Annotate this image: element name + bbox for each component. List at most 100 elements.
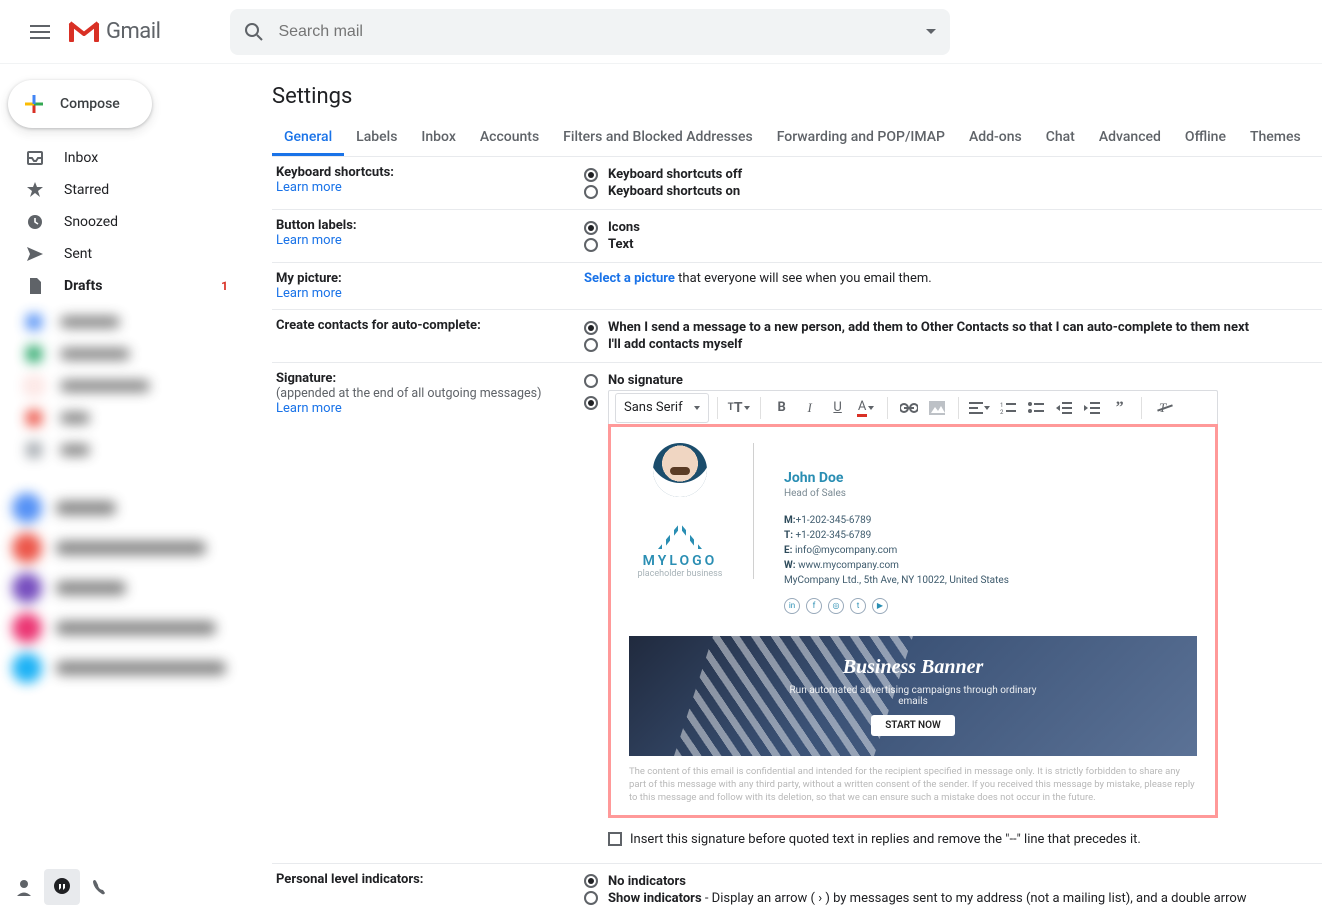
radio-no-signature[interactable] [584,374,598,388]
sidebar: Compose Inbox Starred Snoozed Sent Draft… [0,64,256,913]
sidebar-item-starred[interactable]: Starred [0,174,240,206]
tab-advanced[interactable]: Advanced [1087,129,1173,156]
row-my-picture: My picture: Learn more Select a picture … [272,263,1322,310]
hangouts-tab[interactable] [44,869,80,905]
numbered-list-button[interactable]: 12 [995,394,1021,422]
search-input[interactable] [278,23,912,41]
menu-icon[interactable] [16,8,64,56]
signature-banner: Business Banner Run automated advertisin… [629,636,1197,756]
remove-format-button[interactable]: T [1150,394,1176,422]
sidebar-item-drafts[interactable]: Drafts 1 [0,270,240,302]
radio-no-indicators[interactable] [584,874,598,888]
option-label: Keyboard shortcuts on [608,184,740,199]
phone-tab[interactable] [82,869,118,905]
image-button[interactable] [924,394,950,422]
tab-labels[interactable]: Labels [344,129,409,156]
signature-editor: Sans Serif TT B I U A [608,390,1218,853]
tab-forwarding[interactable]: Forwarding and POP/IMAP [765,129,957,156]
learn-more-link[interactable]: Learn more [276,286,342,301]
gmail-icon [68,20,100,44]
inbox-icon [26,149,46,167]
radio-shortcuts-on[interactable] [584,185,598,199]
sidebar-item-sent[interactable]: Sent [0,238,240,270]
sig-web: www.mycompany.com [798,560,899,571]
drafts-count: 1 [221,279,228,293]
row-create-contacts: Create contacts for auto-complete: When … [272,310,1322,363]
tab-filters[interactable]: Filters and Blocked Addresses [551,129,765,156]
indent-more-button[interactable] [1079,394,1105,422]
sidebar-item-label: Inbox [64,150,98,166]
sidebar-item-inbox[interactable]: Inbox [0,142,240,174]
twitter-icon[interactable]: t [850,598,866,614]
tab-offline[interactable]: Offline [1173,129,1238,156]
radio-contacts-auto[interactable] [584,321,598,335]
bold-button[interactable]: B [769,394,795,422]
option-label: Icons [608,220,640,235]
settings-panel: Settings General Labels Inbox Accounts F… [256,64,1322,913]
app-name: Gmail [106,19,160,44]
youtube-icon[interactable]: ▶ [872,598,888,614]
row-label: Keyboard shortcuts: [276,165,584,180]
radio-use-signature[interactable] [584,396,598,410]
italic-button[interactable]: I [797,394,823,422]
svg-text:1: 1 [1000,402,1003,409]
search-options-caret-icon[interactable] [926,29,936,34]
tab-general[interactable]: General [272,129,344,156]
font-size-button[interactable]: TT [726,394,752,422]
page-title: Settings [272,84,1322,109]
search-icon[interactable] [244,22,264,42]
compose-button[interactable]: Compose [8,80,152,128]
sig-email-label: E: [784,545,792,556]
quote-button[interactable]: ” [1107,394,1133,422]
row-keyboard-shortcuts: Keyboard shortcuts: Learn more Keyboard … [272,157,1322,210]
row-personal-indicators: Personal level indicators: No indicators… [272,864,1322,913]
brand-subtitle: placeholder business [638,569,723,579]
bullet-list-button[interactable] [1023,394,1049,422]
row-label: Personal level indicators: [276,872,584,887]
align-button[interactable] [967,394,993,422]
sidebar-item-label: Drafts [64,278,102,294]
signature-canvas[interactable]: MYLOGO placeholder business John Doe Hea… [608,424,1218,818]
radio-icons[interactable] [584,221,598,235]
tab-inbox[interactable]: Inbox [409,129,467,156]
underline-button[interactable]: U [825,394,851,422]
search-bar[interactable] [230,9,950,55]
chevron-down-icon [868,406,874,410]
option-label: When I send a message to a new person, a… [608,320,1249,335]
insert-before-quoted-checkbox[interactable] [608,832,622,846]
learn-more-link[interactable]: Learn more [276,401,342,416]
learn-more-link[interactable]: Learn more [276,180,342,195]
linkedin-icon[interactable]: in [784,598,800,614]
send-icon [26,245,46,263]
app-logo[interactable]: Gmail [68,19,160,44]
tab-chat[interactable]: Chat [1034,129,1087,156]
banner-cta-button[interactable]: START NOW [871,715,955,736]
radio-show-indicators[interactable] [584,891,598,905]
banner-headline: Business Banner [783,656,1043,679]
sidebar-item-snoozed[interactable]: Snoozed [0,206,240,238]
text-color-button[interactable]: A [853,394,879,422]
banner-sub: Run automated advertising campaigns thro… [783,685,1043,707]
separator [1141,397,1142,419]
facebook-icon[interactable]: f [806,598,822,614]
learn-more-link[interactable]: Learn more [276,233,342,248]
contacts-tab[interactable] [6,869,42,905]
separator [717,397,718,419]
brand-name: MYLOGO [638,553,723,569]
radio-shortcuts-off[interactable] [584,168,598,182]
indent-less-button[interactable] [1051,394,1077,422]
signature-disclaimer: The content of this email is confidentia… [629,766,1197,804]
select-picture-link[interactable]: Select a picture [584,271,675,286]
row-label: Button labels: [276,218,584,233]
tab-themes[interactable]: Themes [1238,129,1313,156]
tab-accounts[interactable]: Accounts [468,129,551,156]
radio-contacts-manual[interactable] [584,338,598,352]
radio-text[interactable] [584,238,598,252]
font-picker[interactable]: Sans Serif [615,393,709,423]
instagram-icon[interactable]: ◎ [828,598,844,614]
row-button-labels: Button labels: Learn more Icons Text [272,210,1322,263]
row-sublabel: (appended at the end of all outgoing mes… [276,386,584,401]
sig-tel-label: T: [784,530,793,541]
tab-addons[interactable]: Add-ons [957,129,1034,156]
link-button[interactable] [896,394,922,422]
